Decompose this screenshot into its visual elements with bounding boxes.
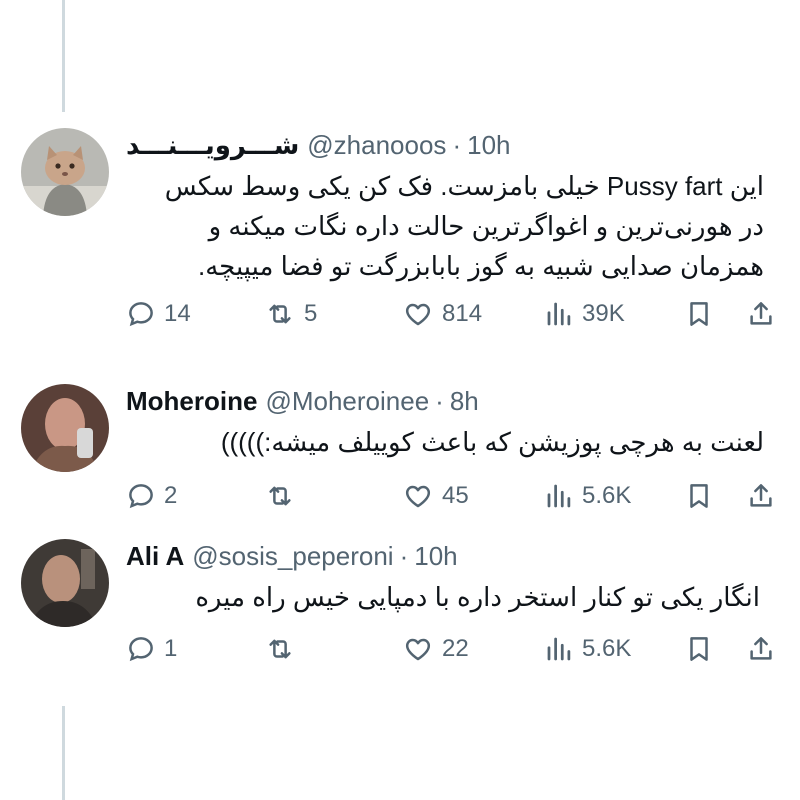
separator-dot: · xyxy=(399,540,409,571)
repost-icon xyxy=(269,486,291,506)
like-count: 45 xyxy=(442,482,469,509)
display-name[interactable]: Moheroine xyxy=(126,386,257,417)
reply-button[interactable]: 2 xyxy=(126,476,177,516)
tweet-text: این Pussy fart خیلی بامزست. فک کن یکی وس… xyxy=(126,166,764,286)
views-count: 5.6K xyxy=(582,482,632,509)
repost-icon xyxy=(269,304,291,324)
action-bar: 2 45 5.6K xyxy=(126,476,786,516)
reply-count: 2 xyxy=(164,482,178,509)
user-handle[interactable]: @zhanooos xyxy=(307,130,446,161)
reply-icon xyxy=(129,302,153,327)
tweet-text-line: این Pussy fart خیلی بامزست. فک کن یکی وس… xyxy=(164,171,764,201)
reply-icon xyxy=(129,484,153,509)
reply-count: 1 xyxy=(164,635,178,662)
views-count: 39K xyxy=(582,300,625,327)
repost-button[interactable] xyxy=(264,629,304,669)
display-name[interactable]: شـــرویـــنـــد xyxy=(126,130,299,161)
reply-count: 14 xyxy=(164,300,191,327)
share-button[interactable] xyxy=(746,476,776,516)
timestamp[interactable]: 10h xyxy=(414,541,457,572)
like-icon xyxy=(405,303,431,326)
views-count: 5.6K xyxy=(582,635,632,662)
repost-button[interactable] xyxy=(264,476,304,516)
views-icon xyxy=(547,484,571,508)
tweet-text-line: همزمان صدایی شبیه به گوز بابابزرگت تو فض… xyxy=(198,251,764,281)
reply-button[interactable]: 1 xyxy=(126,629,177,669)
like-icon xyxy=(405,638,431,661)
tweet-text: انگار یکی تو کنار استخر داره با دمپایی خ… xyxy=(126,577,760,617)
timestamp[interactable]: 10h xyxy=(467,130,510,161)
reply-button[interactable]: 14 xyxy=(126,294,191,334)
thread-line-bottom xyxy=(62,706,65,800)
share-button[interactable] xyxy=(746,294,776,334)
share-button[interactable] xyxy=(746,629,776,669)
user-handle[interactable]: @Moheroinee xyxy=(265,386,429,417)
avatar-cat[interactable] xyxy=(21,128,109,216)
timestamp[interactable]: 8h xyxy=(450,386,479,417)
tweet-text-line: در هورنی‌ترین و اغواگرترین حالت داره نگا… xyxy=(208,211,764,241)
tweet-text-line: لعنت به هرچی پوزیشن که باعث کوییلف میشه:… xyxy=(220,427,764,457)
share-icon xyxy=(750,302,772,325)
like-button[interactable]: 814 xyxy=(402,294,482,334)
views-icon xyxy=(547,302,571,326)
views-icon xyxy=(547,637,571,661)
tweet-header: شـــرویـــنـــد @zhanooos · 10h xyxy=(126,128,780,162)
bookmark-button[interactable] xyxy=(684,629,714,669)
views-button[interactable]: 5.6K xyxy=(544,629,631,669)
display-name[interactable]: Ali A xyxy=(126,541,184,572)
like-count: 814 xyxy=(442,300,483,327)
views-button[interactable]: 39K xyxy=(544,294,625,334)
tweet-text: لعنت به هرچی پوزیشن که باعث کوییلف میشه:… xyxy=(126,422,764,462)
user-handle[interactable]: @sosis_peperoni xyxy=(192,541,393,572)
bookmark-icon xyxy=(690,484,708,508)
avatar-blurred[interactable] xyxy=(21,384,109,472)
like-button[interactable]: 22 xyxy=(402,629,469,669)
share-icon xyxy=(750,484,772,507)
tweet-header: Ali A @sosis_peperoni · 10h xyxy=(126,539,780,573)
repost-button[interactable]: 5 xyxy=(264,294,317,334)
like-icon xyxy=(405,485,431,508)
thread-line-top xyxy=(62,0,65,112)
avatar-blurred[interactable] xyxy=(21,539,109,627)
bookmark-icon xyxy=(690,637,708,661)
bookmark-button[interactable] xyxy=(684,294,714,334)
repost-count: 5 xyxy=(304,300,318,327)
reply-icon xyxy=(129,637,153,662)
bookmark-icon xyxy=(690,302,708,326)
separator-dot: · xyxy=(435,385,444,416)
like-button[interactable]: 45 xyxy=(402,476,469,516)
views-button[interactable]: 5.6K xyxy=(544,476,631,516)
repost-icon xyxy=(269,639,291,659)
tweet-header: Moheroine @Moheroinee · 8h xyxy=(126,384,780,418)
bookmark-button[interactable] xyxy=(684,476,714,516)
action-bar: 14 5 814 39K xyxy=(126,294,786,334)
like-count: 22 xyxy=(442,635,469,662)
tweet-text-line: انگار یکی تو کنار استخر داره با دمپایی خ… xyxy=(195,582,760,612)
separator-dot: · xyxy=(452,129,462,160)
action-bar: 1 22 5.6K xyxy=(126,629,786,669)
share-icon xyxy=(750,637,772,660)
